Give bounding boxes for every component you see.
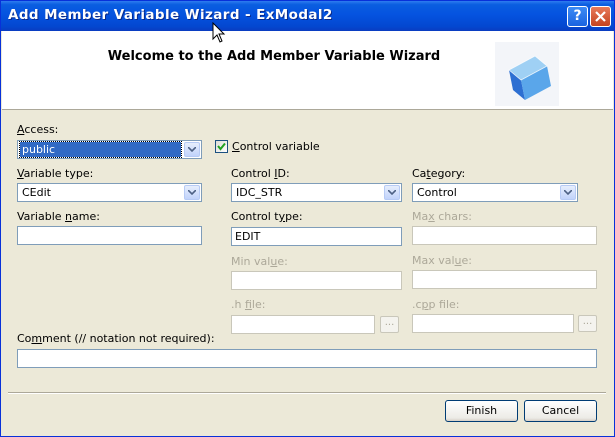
min-value-label: Min value:	[231, 255, 288, 268]
category-label: Category:	[412, 167, 466, 180]
banner-title: Welcome to the Add Member Variable Wizar…	[107, 49, 441, 64]
variable-type-combo[interactable]: CEdit	[17, 183, 202, 202]
wizard-banner: Welcome to the Add Member Variable Wizar…	[2, 31, 613, 110]
access-dropdown-button[interactable]	[184, 142, 200, 157]
cpp-file-browse-button[interactable]: ...	[578, 315, 597, 332]
mouse-cursor-icon	[212, 22, 226, 43]
help-button[interactable]: ?	[567, 6, 588, 27]
category-dropdown-button[interactable]	[560, 185, 576, 200]
control-type-label: Control type:	[231, 210, 303, 223]
control-type-input[interactable]: EDIT	[231, 227, 402, 246]
max-chars-label: Max chars:	[412, 210, 472, 223]
blue-cube-icon	[495, 42, 559, 106]
variable-type-value: CEdit	[22, 186, 51, 199]
control-variable-checkbox[interactable]	[215, 140, 228, 153]
h-file-label: .h file:	[231, 298, 266, 311]
access-combo[interactable]: public	[17, 140, 202, 159]
access-value: public	[19, 141, 182, 158]
window-title: Add Member Variable Wizard - ExModal2	[8, 7, 333, 23]
cpp-file-label: .cpp file:	[412, 298, 460, 311]
cpp-file-input[interactable]	[412, 314, 574, 333]
category-combo[interactable]: Control	[412, 183, 578, 202]
chevron-down-icon	[564, 190, 572, 195]
footer-separator	[8, 392, 606, 394]
finish-button[interactable]: Finish	[445, 400, 518, 422]
checkmark-icon	[217, 142, 226, 151]
comment-label: Comment (// notation not required):	[17, 332, 215, 345]
control-id-value: IDC_STR	[236, 186, 283, 199]
wizard-window: Add Member Variable Wizard - ExModal2 ? …	[0, 0, 615, 437]
control-id-label: Control ID:	[231, 167, 290, 180]
control-variable-label[interactable]: Control variable	[232, 140, 320, 153]
min-value-input[interactable]	[231, 271, 402, 290]
h-file-browse-button[interactable]: ...	[380, 316, 399, 333]
close-icon	[595, 11, 606, 22]
h-file-input[interactable]	[231, 315, 375, 334]
chevron-down-icon	[188, 147, 196, 152]
max-value-label: Max value:	[412, 254, 473, 267]
category-value: Control	[417, 186, 457, 199]
close-button[interactable]	[590, 6, 611, 27]
chevron-down-icon	[188, 190, 196, 195]
chevron-down-icon	[388, 190, 396, 195]
max-chars-input[interactable]	[412, 226, 597, 245]
max-value-input[interactable]	[412, 270, 597, 289]
variable-type-label: Variable type:	[17, 167, 94, 180]
comment-input[interactable]	[17, 349, 597, 368]
control-id-dropdown-button[interactable]	[384, 185, 400, 200]
access-label: Access:	[17, 123, 59, 136]
title-bar[interactable]: Add Member Variable Wizard - ExModal2 ?	[1, 1, 614, 31]
variable-type-dropdown-button[interactable]	[184, 185, 200, 200]
cancel-button[interactable]: Cancel	[524, 400, 597, 422]
control-id-combo[interactable]: IDC_STR	[231, 183, 402, 202]
variable-name-input[interactable]	[17, 226, 202, 245]
variable-name-label: Variable name:	[17, 210, 100, 223]
